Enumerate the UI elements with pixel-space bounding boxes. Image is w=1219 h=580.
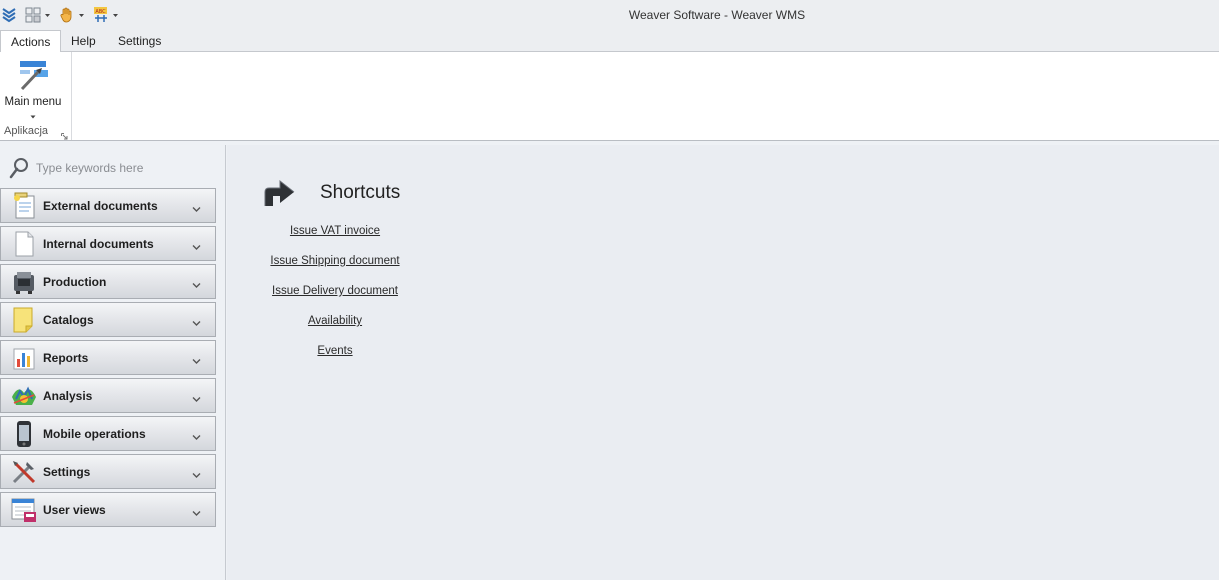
main-content: Shortcuts Issue VAT invoice Issue Shippi… (227, 145, 1219, 580)
sidebar-item-production[interactable]: Production (0, 264, 216, 299)
internal-documents-icon (9, 229, 39, 259)
shortcut-issue-shipping-document[interactable]: Issue Shipping document (227, 253, 443, 283)
search-icon (8, 157, 30, 179)
sidebar-nav: External documents Internal documents Pr… (0, 188, 216, 530)
ribbon-tab-strip: Actions Help Settings (0, 30, 1219, 53)
production-icon (9, 267, 39, 297)
ribbon-body: Main menu Aplikacja (0, 52, 1219, 141)
ribbon-group-label: Aplikacja (4, 125, 49, 137)
analysis-icon (9, 381, 39, 411)
chevron-down-icon (192, 392, 201, 402)
chevron-down-icon (192, 316, 201, 326)
sidebar-item-label: Mobile operations (43, 426, 146, 441)
sidebar-item-label: User views (43, 502, 106, 517)
sidebar-item-label: Internal documents (43, 236, 154, 251)
sidebar-item-label: Production (43, 274, 107, 289)
user-views-icon (9, 495, 39, 525)
page-title: Shortcuts (320, 182, 401, 203)
sidebar-item-mobile-operations[interactable]: Mobile operations (0, 416, 216, 451)
sidebar-item-analysis[interactable]: Analysis (0, 378, 216, 413)
sidebar-item-label: External documents (43, 198, 158, 213)
ribbon-group-aplikacja: Main menu Aplikacja (0, 52, 72, 140)
chevron-down-icon (192, 468, 201, 478)
reports-icon (9, 343, 39, 373)
navigation-sidebar: External documents Internal documents Pr… (0, 145, 226, 580)
chevron-down-icon (29, 109, 37, 119)
sidebar-item-external-documents[interactable]: External documents (0, 188, 216, 223)
sidebar-item-label: Reports (43, 350, 89, 365)
sidebar-search (4, 155, 220, 181)
shortcut-availability[interactable]: Availability (227, 313, 443, 343)
chevron-down-icon (192, 240, 201, 250)
dialog-launcher-icon[interactable] (61, 129, 68, 140)
catalogs-icon (9, 305, 39, 335)
chevron-down-icon (192, 354, 201, 364)
mobile-operations-icon (9, 419, 39, 449)
main-menu-button[interactable]: Main menu (2, 56, 64, 120)
settings-icon (9, 457, 39, 487)
sidebar-item-internal-documents[interactable]: Internal documents (0, 226, 216, 261)
shortcut-issue-vat-invoice[interactable]: Issue VAT invoice (227, 223, 443, 253)
tab-settings[interactable]: Settings (108, 31, 171, 53)
external-documents-icon (9, 191, 39, 221)
tab-help[interactable]: Help (61, 31, 106, 53)
chevron-down-icon (192, 202, 201, 212)
title-bar: ABC Weaver Software - Weaver WMS (0, 0, 1219, 30)
main-menu-label: Main menu (4, 96, 62, 108)
sidebar-item-label: Settings (43, 464, 91, 479)
search-input[interactable] (36, 161, 216, 175)
window-title: Weaver Software - Weaver WMS (628, 8, 806, 22)
shortcut-list: Issue VAT invoice Issue Shipping documen… (227, 223, 443, 373)
sidebar-item-catalogs[interactable]: Catalogs (0, 302, 216, 337)
shortcuts-header: Shortcuts (262, 178, 400, 208)
tab-actions[interactable]: Actions (0, 30, 62, 53)
sidebar-item-user-views[interactable]: User views (0, 492, 216, 527)
chevron-down-icon (192, 430, 201, 440)
chevron-down-icon (192, 506, 201, 516)
chevron-down-icon (192, 278, 201, 288)
sidebar-item-label: Analysis (43, 388, 93, 403)
shortcut-arrow-icon (262, 178, 296, 208)
main-menu-icon (16, 58, 50, 92)
shortcut-events[interactable]: Events (227, 343, 443, 373)
sidebar-item-label: Catalogs (43, 312, 94, 327)
sidebar-item-reports[interactable]: Reports (0, 340, 216, 375)
shortcut-issue-delivery-document[interactable]: Issue Delivery document (227, 283, 443, 313)
sidebar-item-settings[interactable]: Settings (0, 454, 216, 489)
